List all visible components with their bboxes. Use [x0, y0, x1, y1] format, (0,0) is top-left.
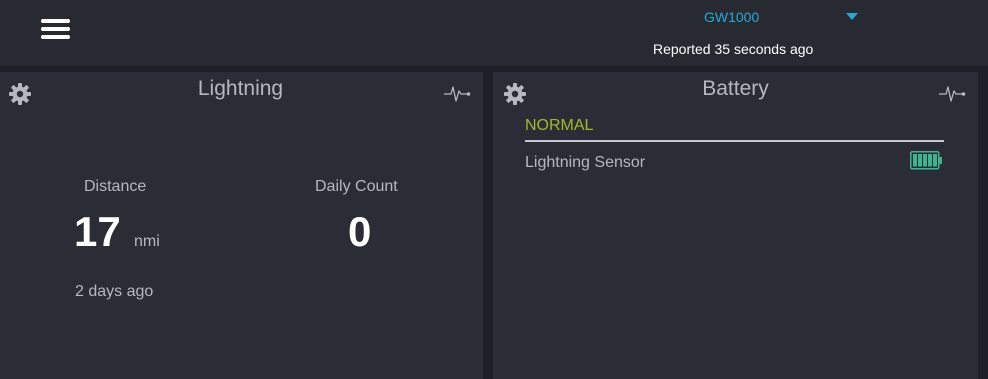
- caret-down-icon: [846, 13, 858, 20]
- device-name: GW1000: [704, 9, 760, 25]
- reported-status: Reported 35 seconds ago: [653, 41, 814, 57]
- menu-icon[interactable]: [41, 17, 70, 43]
- menu-line: [41, 19, 70, 23]
- divider: [525, 140, 944, 142]
- pulse-icon[interactable]: [938, 81, 966, 105]
- lightning-title: Lightning: [197, 77, 284, 100]
- distance-unit: nmi: [134, 233, 160, 250]
- pulse-icon[interactable]: [443, 81, 471, 105]
- battery-status: NORMAL: [525, 117, 594, 134]
- distance-label: Distance: [84, 178, 147, 195]
- battery-panel: Battery NORMAL Lightning Sensor: [493, 72, 978, 379]
- lightning-panel: Lightning Distance 17 nmi 2 days ago Dai…: [0, 72, 483, 379]
- daily-count-label: Daily Count: [315, 178, 398, 195]
- distance-value: 17: [74, 208, 121, 255]
- battery-full-icon: [910, 151, 942, 170]
- menu-line: [41, 35, 70, 39]
- distance-time: 2 days ago: [75, 283, 154, 300]
- battery-title: Battery: [702, 77, 769, 100]
- menu-line: [41, 27, 70, 31]
- top-bar: GW1000 Reported 35 seconds ago: [0, 0, 988, 66]
- device-select[interactable]: GW1000: [704, 8, 859, 26]
- sensor-label: Lightning Sensor: [525, 154, 646, 171]
- daily-count-value: 0: [348, 208, 372, 255]
